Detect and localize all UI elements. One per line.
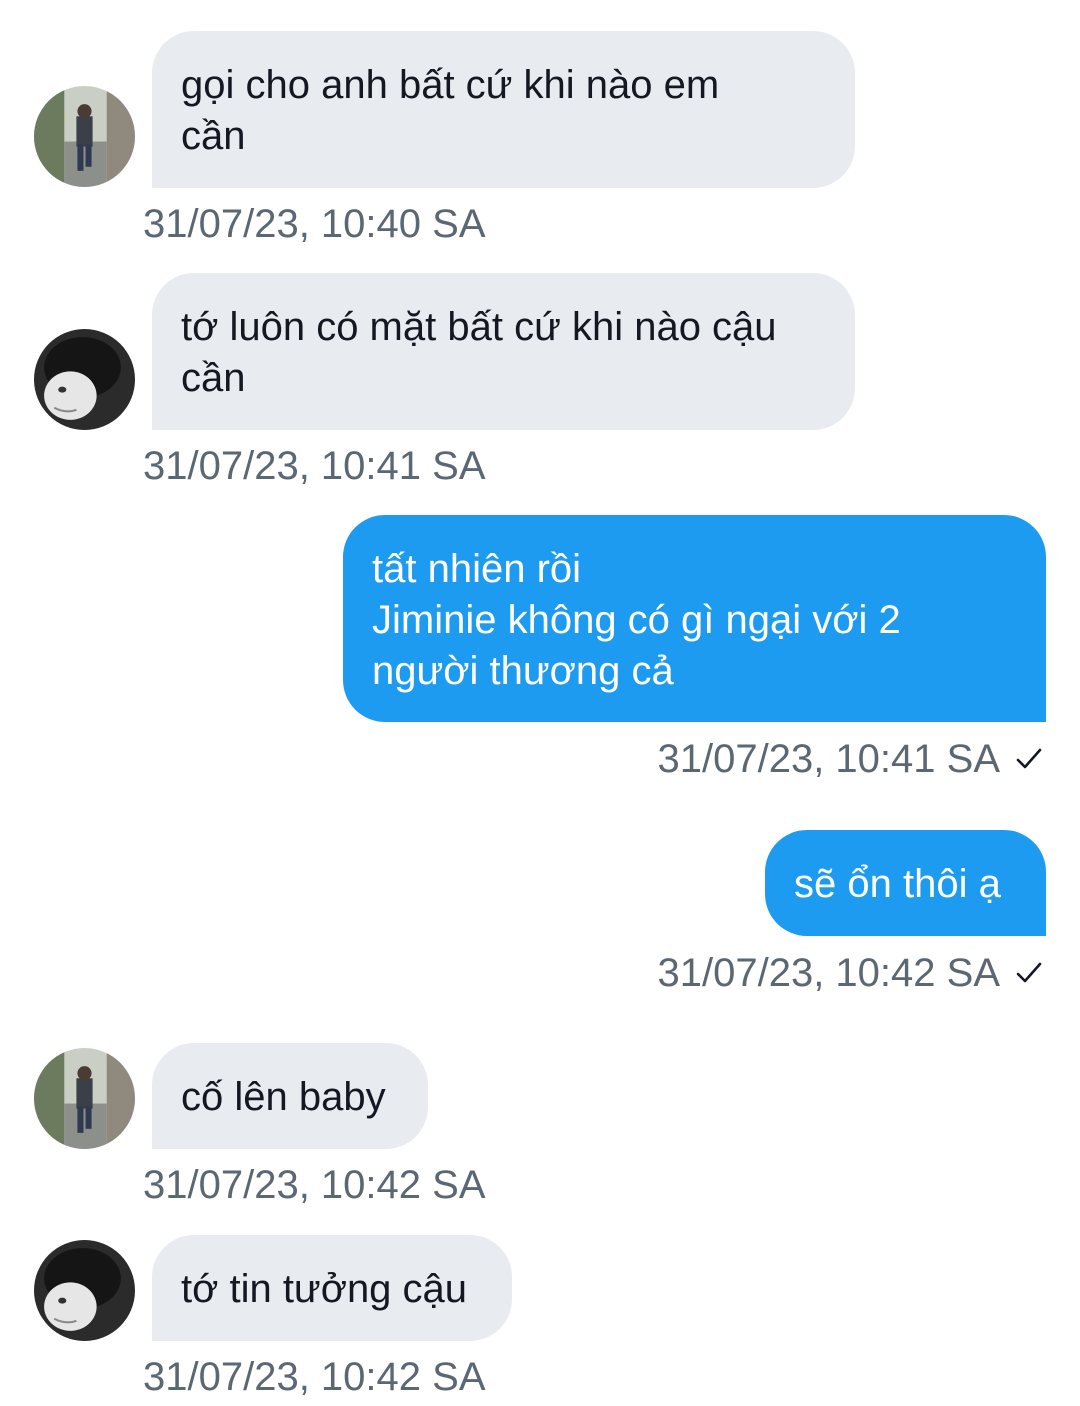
avatar-walking-street-icon — [34, 86, 135, 187]
message-timestamp: 31/07/23, 10:42 SA — [658, 950, 1045, 996]
message-timestamp: 31/07/23, 10:41 SA — [143, 444, 486, 488]
message-bubble[interactable]: gọi cho anh bất cứ khi nào em cần — [152, 31, 855, 188]
sender-avatar[interactable] — [34, 86, 135, 187]
message-timestamp: 31/07/23, 10:42 SA — [143, 1163, 486, 1207]
sender-avatar[interactable] — [34, 1240, 135, 1341]
message-timestamp: 31/07/23, 10:41 SA — [658, 736, 1045, 782]
check-icon — [1014, 958, 1044, 988]
message-bubble[interactable]: tất nhiên rồi Jiminie không có gì ngại v… — [343, 515, 1046, 722]
message-bubble[interactable]: cố lên baby — [152, 1043, 428, 1149]
message-time: 31/07/23, 10:42 SA — [657, 951, 1001, 995]
sender-avatar[interactable] — [34, 329, 135, 430]
sender-avatar[interactable] — [34, 1048, 135, 1149]
message-timestamp: 31/07/23, 10:40 SA — [143, 202, 486, 246]
message-timestamp: 31/07/23, 10:42 SA — [143, 1355, 486, 1399]
message-time: 31/07/23, 10:41 SA — [657, 737, 1001, 781]
check-icon — [1014, 744, 1044, 774]
message-bubble[interactable]: tớ tin tưởng cậu — [152, 1235, 512, 1341]
message-bubble[interactable]: sẽ ổn thôi ạ — [765, 830, 1046, 936]
avatar-walking-street-icon — [34, 1048, 135, 1149]
avatar-bw-portrait-icon — [34, 329, 135, 430]
avatar-bw-portrait-icon — [34, 1240, 135, 1341]
message-bubble[interactable]: tớ luôn có mặt bất cứ khi nào cậu cần — [152, 273, 855, 430]
